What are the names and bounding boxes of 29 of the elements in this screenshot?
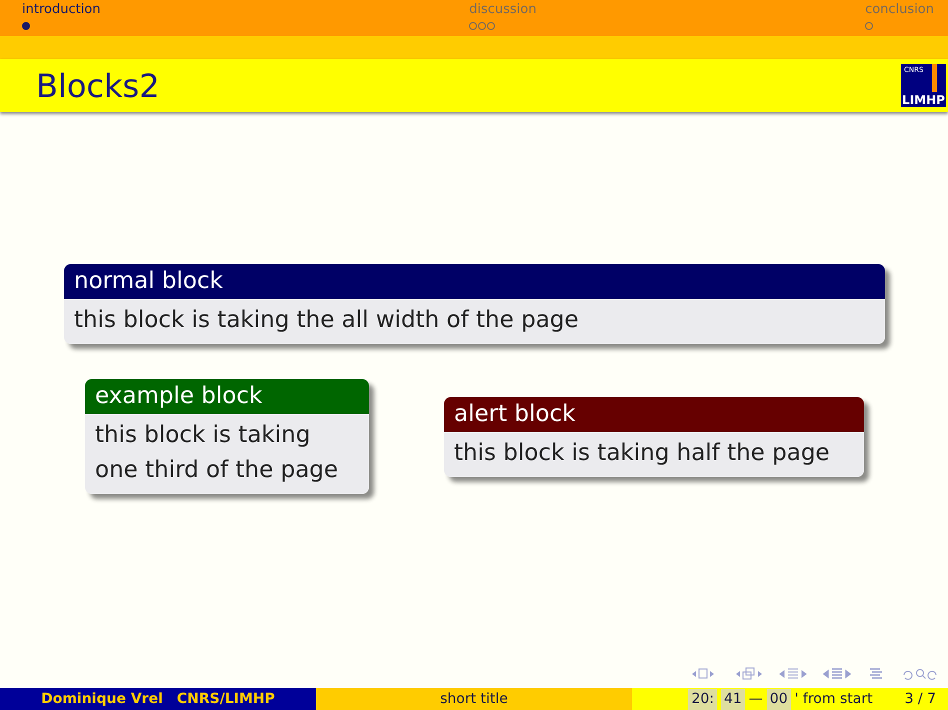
document-nav-icon[interactable] bbox=[734, 666, 764, 681]
block-title: example block bbox=[85, 379, 369, 414]
frame-title: Blocks2 bbox=[36, 66, 160, 106]
short-title: short title bbox=[440, 690, 508, 708]
section-link[interactable]: discussion bbox=[469, 0, 536, 20]
page-number: 3 / 7 bbox=[904, 690, 936, 708]
clock-minutes: 41 bbox=[720, 688, 745, 710]
elapsed-label: ' from start bbox=[794, 690, 873, 708]
block-text: this block is taking the all width of the page bbox=[64, 299, 885, 344]
logo-text: LIMHP bbox=[902, 94, 945, 106]
dash: — bbox=[748, 690, 763, 708]
clock-hours: 20: bbox=[688, 688, 717, 710]
subsection-nav-icon[interactable] bbox=[778, 666, 808, 681]
elapsed-minutes: 00 bbox=[766, 688, 791, 710]
section-link[interactable]: introduction bbox=[22, 0, 101, 20]
section-nav-icon[interactable] bbox=[822, 666, 852, 681]
logo-stripe bbox=[932, 64, 937, 92]
frame-dot[interactable] bbox=[865, 22, 874, 30]
block-text: this block is taking one third of the page bbox=[85, 414, 369, 494]
block-title: alert block bbox=[444, 397, 864, 432]
frame-dot[interactable] bbox=[487, 22, 496, 30]
author-name: Dominique Vrel bbox=[41, 690, 163, 708]
block-title: normal block bbox=[64, 264, 885, 299]
institute-name: CNRS/LIMHP bbox=[176, 690, 275, 708]
frame-dot[interactable] bbox=[469, 22, 478, 30]
frame-dot[interactable] bbox=[22, 22, 30, 30]
block-text: this block is taking half the page bbox=[444, 432, 864, 477]
frame-dot[interactable] bbox=[478, 22, 486, 30]
section-link[interactable]: conclusion bbox=[865, 0, 934, 20]
